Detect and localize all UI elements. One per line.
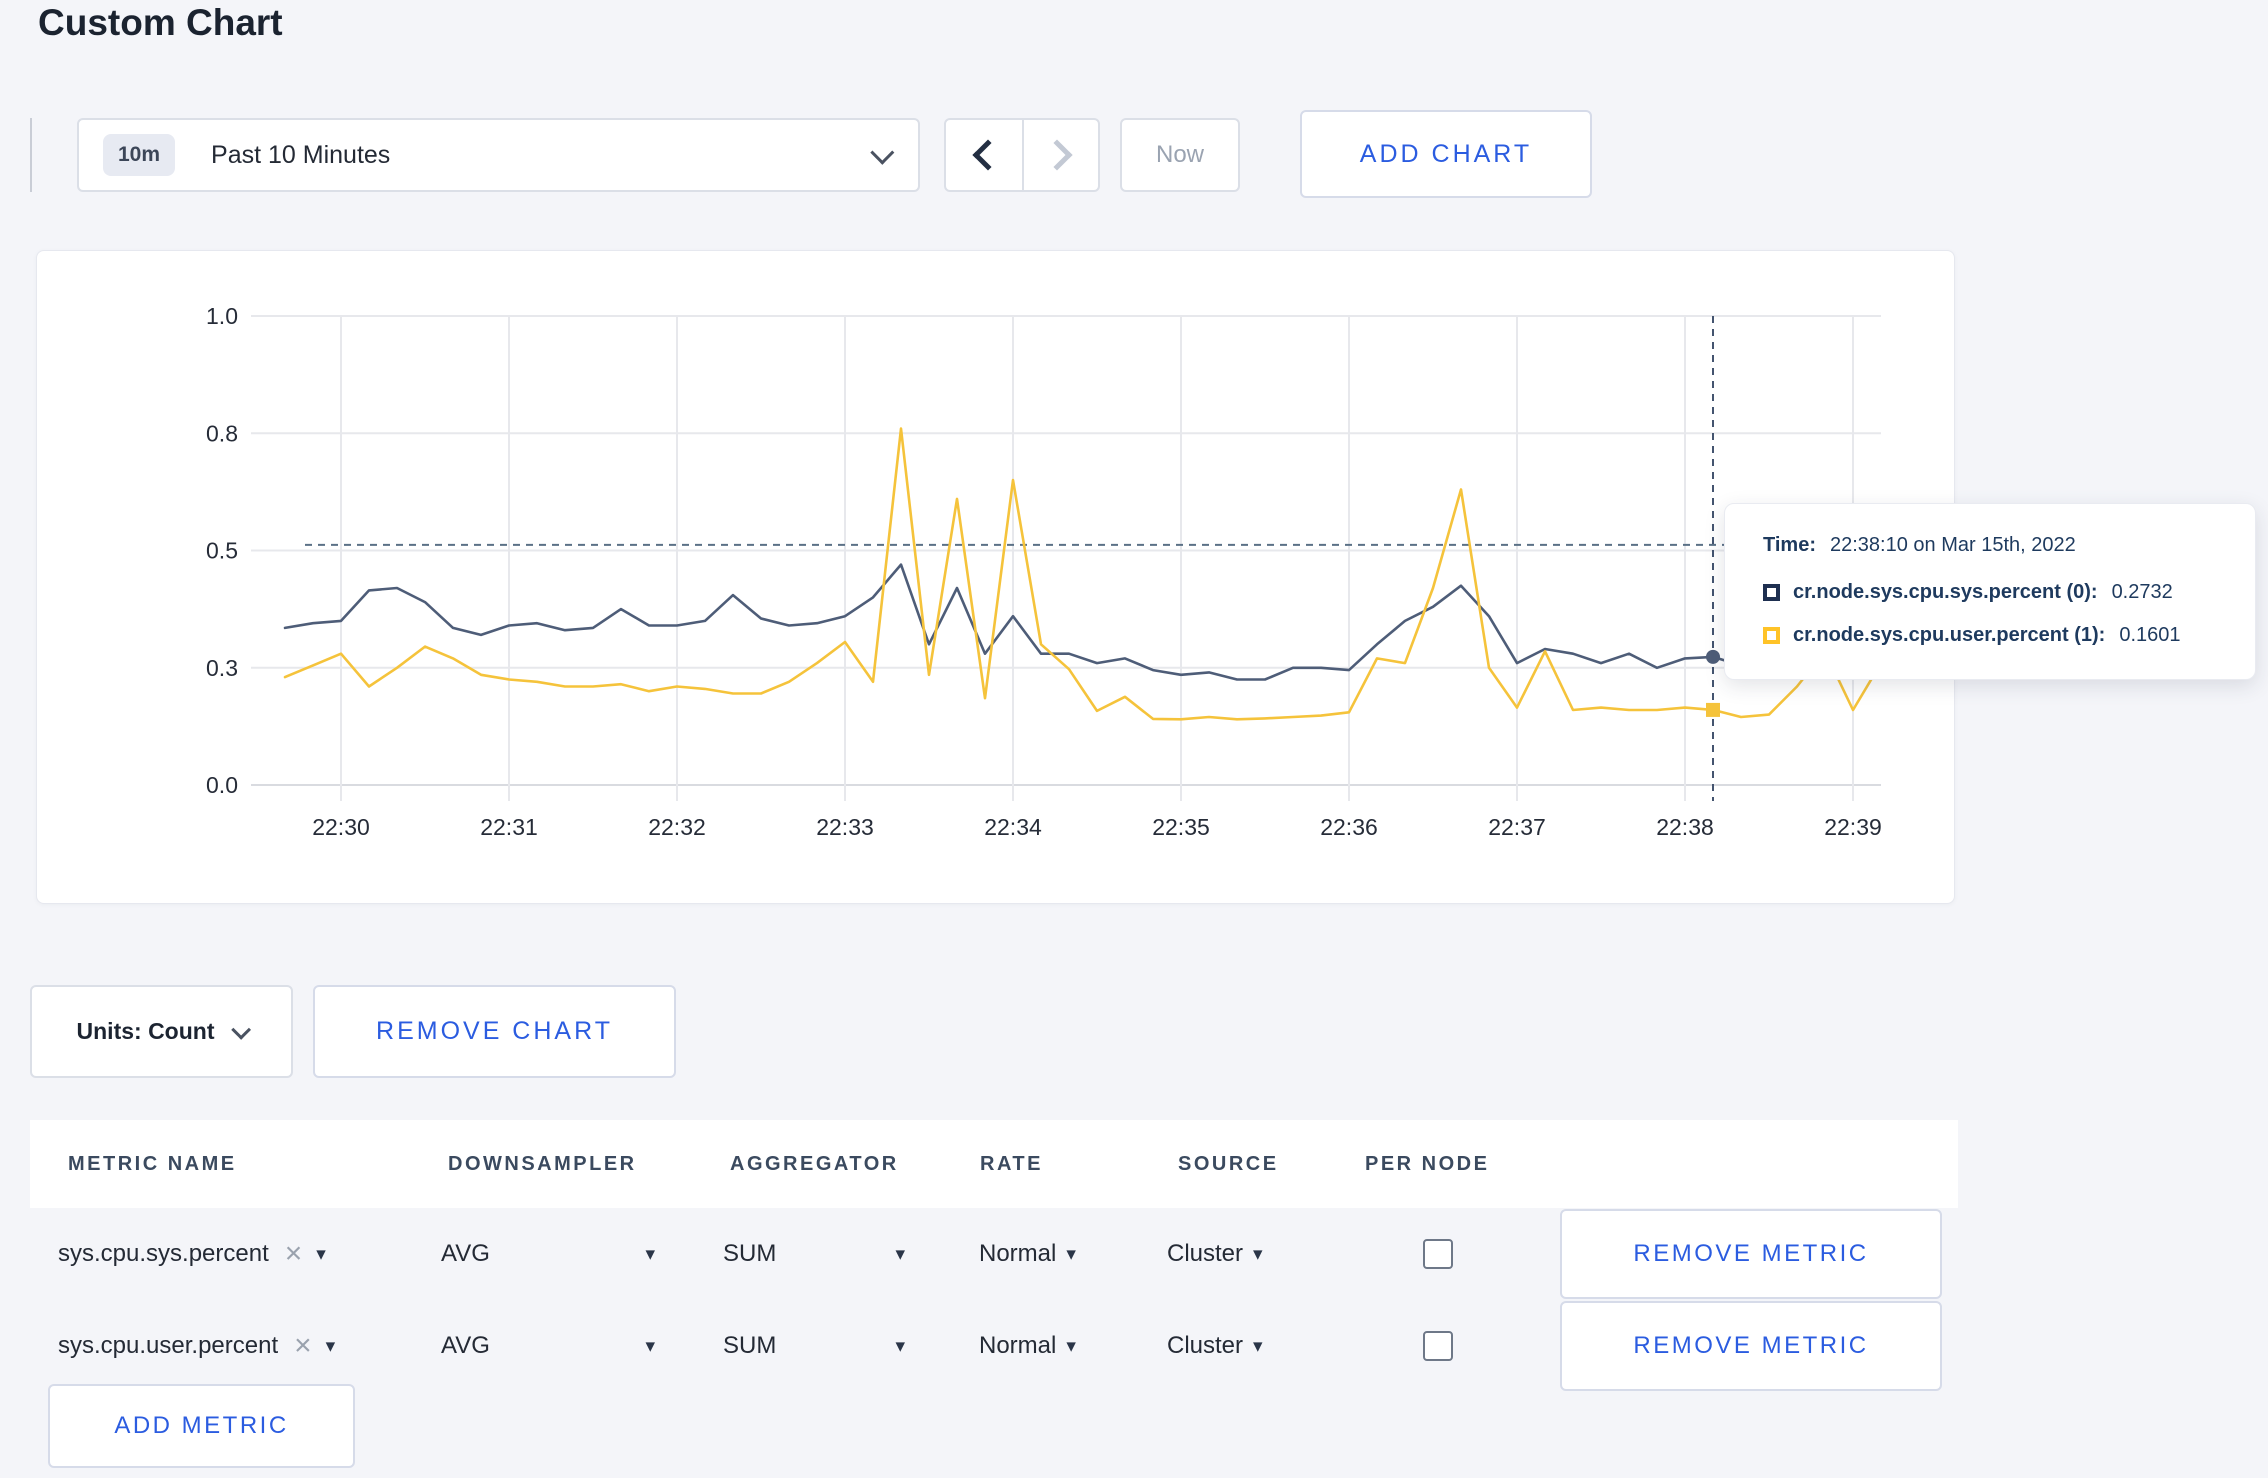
svg-text:1.0: 1.0: [206, 303, 238, 329]
rate-select[interactable]: Normal ▾: [960, 1240, 1155, 1268]
series-sys-swatch-icon: [1763, 584, 1780, 601]
per-node-checkbox[interactable]: [1423, 1331, 1453, 1361]
column-header-per-node: PER NODE: [1365, 1152, 1490, 1175]
downsampler-select[interactable]: AVG ▾: [430, 1240, 655, 1268]
caret-down-icon: ▾: [895, 1335, 905, 1357]
chevron-down-icon: [231, 1019, 252, 1040]
chevron-right-icon: [1041, 139, 1073, 171]
svg-text:22:34: 22:34: [984, 814, 1042, 840]
caret-down-icon: ▾: [1066, 1243, 1076, 1265]
remove-metric-button[interactable]: REMOVE METRIC: [1560, 1301, 1942, 1391]
units-select[interactable]: Units: Count: [30, 985, 293, 1078]
svg-text:22:36: 22:36: [1320, 814, 1378, 840]
svg-text:22:38: 22:38: [1656, 814, 1714, 840]
svg-text:22:31: 22:31: [480, 814, 538, 840]
toolbar-divider: [30, 118, 32, 192]
svg-text:0.3: 0.3: [206, 655, 238, 681]
range-label: Past 10 Minutes: [211, 140, 391, 169]
now-button[interactable]: Now: [1120, 118, 1240, 192]
chevron-down-icon: [870, 140, 895, 165]
column-header-rate: RATE: [980, 1152, 1043, 1175]
metric-row: sys.cpu.user.percent × ▾ AVG ▾ SUM ▾ Nor…: [30, 1300, 1958, 1392]
caret-down-icon: ▾: [316, 1243, 326, 1265]
tooltip-time-label: Time:: [1763, 534, 1816, 556]
column-header-metric-name: METRIC NAME: [68, 1152, 237, 1175]
clear-metric-icon[interactable]: ×: [294, 1331, 312, 1361]
rate-value: Normal: [979, 1332, 1057, 1359]
source-value: Cluster: [1167, 1332, 1244, 1359]
caret-down-icon: ▾: [645, 1243, 655, 1265]
caret-down-icon: ▾: [325, 1335, 336, 1357]
tooltip-time: Time: 22:38:10 on Mar 15th, 2022: [1763, 534, 2235, 557]
clear-metric-icon[interactable]: ×: [285, 1239, 303, 1269]
prev-range-button[interactable]: [946, 120, 1022, 190]
svg-text:22:30: 22:30: [312, 814, 370, 840]
metrics-table-header: METRIC NAME DOWNSAMPLER AGGREGATOR RATE …: [30, 1120, 1958, 1208]
source-value: Cluster: [1167, 1240, 1244, 1267]
metric-name-value: sys.cpu.user.percent: [58, 1332, 279, 1359]
tooltip-time-value: 22:38:10 on Mar 15th, 2022: [1829, 534, 2076, 556]
metric-row: sys.cpu.sys.percent × ▾ AVG ▾ SUM ▾ Norm…: [30, 1208, 1958, 1300]
svg-text:22:33: 22:33: [816, 814, 874, 840]
time-range-select[interactable]: 10m Past 10 Minutes: [77, 118, 920, 192]
next-range-button[interactable]: [1022, 120, 1098, 190]
line-chart[interactable]: 0.0 0.3 0.5 0.8 1.0 22:30 22:31 22:32 22:33 22:34…: [37, 251, 1954, 903]
caret-down-icon: ▾: [1253, 1335, 1263, 1357]
aggregator-select[interactable]: SUM ▾: [710, 1332, 905, 1360]
series-user-swatch-icon: [1763, 627, 1780, 644]
column-header-source: SOURCE: [1178, 1152, 1279, 1175]
per-node-checkbox[interactable]: [1423, 1239, 1453, 1269]
aggregator-select[interactable]: SUM ▾: [710, 1240, 905, 1268]
add-chart-button[interactable]: ADD CHART: [1300, 110, 1592, 198]
units-label: Units: Count: [76, 1018, 215, 1044]
page-title: Custom Chart: [38, 2, 283, 43]
svg-text:22:37: 22:37: [1488, 814, 1546, 840]
time-nav-group: [944, 118, 1100, 192]
range-badge: 10m: [103, 134, 176, 176]
svg-text:0.8: 0.8: [206, 420, 238, 446]
column-header-aggregator: AGGREGATOR: [730, 1152, 899, 1175]
chart-card: 0.0 0.3 0.5 0.8 1.0 22:30 22:31 22:32 22:33 22:34…: [36, 250, 1955, 904]
source-select[interactable]: Cluster ▾: [1155, 1240, 1340, 1268]
remove-chart-button[interactable]: REMOVE CHART: [313, 985, 676, 1078]
metric-name-select[interactable]: sys.cpu.sys.percent × ▾: [30, 1239, 430, 1269]
remove-metric-button[interactable]: REMOVE METRIC: [1560, 1209, 1942, 1299]
svg-text:22:39: 22:39: [1824, 814, 1882, 840]
source-select[interactable]: Cluster ▾: [1155, 1332, 1340, 1360]
chart-tooltip: Time: 22:38:10 on Mar 15th, 2022 cr.node.…: [1724, 503, 2256, 680]
tooltip-series-value: 0.1601: [2119, 624, 2181, 646]
rate-value: Normal: [979, 1240, 1057, 1267]
add-metric-button[interactable]: ADD METRIC: [48, 1384, 355, 1468]
metric-name-value: sys.cpu.sys.percent: [58, 1240, 269, 1267]
caret-down-icon: ▾: [1253, 1243, 1263, 1265]
downsampler-value: AVG: [441, 1240, 490, 1267]
tooltip-series-row: cr.node.sys.cpu.user.percent (1): 0.1601: [1763, 624, 2235, 647]
chevron-left-icon: [972, 139, 1004, 171]
tooltip-series-value: 0.2732: [2111, 581, 2173, 603]
aggregator-value: SUM: [723, 1240, 777, 1267]
tooltip-series-row: cr.node.sys.cpu.sys.percent (0): 0.2732: [1763, 581, 2235, 604]
tooltip-series-name: cr.node.sys.cpu.sys.percent (0):: [1793, 581, 2098, 603]
caret-down-icon: ▾: [895, 1243, 905, 1265]
metric-name-select[interactable]: sys.cpu.user.percent × ▾: [30, 1331, 430, 1361]
downsampler-value: AVG: [441, 1332, 490, 1359]
svg-text:0.0: 0.0: [206, 772, 238, 798]
caret-down-icon: ▾: [1066, 1335, 1076, 1357]
downsampler-select[interactable]: AVG ▾: [430, 1332, 655, 1360]
tooltip-series-name: cr.node.sys.cpu.user.percent (1):: [1793, 624, 2106, 646]
caret-down-icon: ▾: [645, 1335, 655, 1357]
aggregator-value: SUM: [723, 1332, 777, 1359]
svg-text:0.5: 0.5: [206, 538, 238, 564]
column-header-downsampler: DOWNSAMPLER: [448, 1152, 637, 1175]
rate-select[interactable]: Normal ▾: [960, 1332, 1155, 1360]
svg-text:22:32: 22:32: [648, 814, 706, 840]
svg-text:22:35: 22:35: [1152, 814, 1210, 840]
